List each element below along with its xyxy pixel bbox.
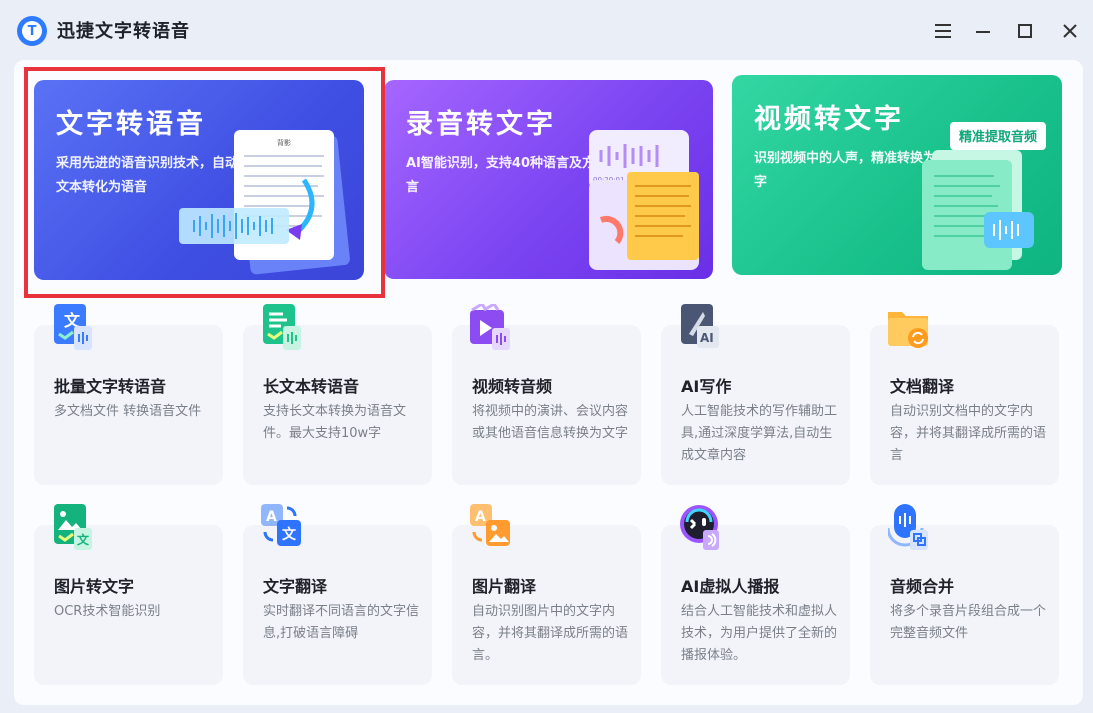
card-document-translate[interactable]: 文档翻译 自动识别文档中的文字内容，并将其翻译成所需的语言: [870, 312, 1059, 485]
card-desc: 将视频中的演讲、会议内容或其他语音信息转换为文字: [472, 404, 629, 441]
recording-illustration: 00:20:01: [579, 120, 709, 279]
card-title: 长文本转语音: [263, 377, 360, 396]
svg-text:文: 文: [282, 526, 297, 543]
svg-text:A: A: [475, 509, 486, 525]
app-title: 迅捷文字转语音: [57, 21, 190, 42]
long-text-icon: [261, 304, 303, 352]
svg-text:文: 文: [77, 532, 90, 547]
card-title: AI虚拟人播报: [681, 577, 780, 596]
app-logo-icon: T: [17, 16, 47, 46]
svg-text:AI: AI: [700, 331, 714, 345]
card-audio-merge[interactable]: 音频合并 将多个录音片段组合成一个完整音频文件: [870, 504, 1059, 685]
close-icon[interactable]: [1058, 19, 1082, 43]
card-desc: 自动识别文档中的文字内容，并将其翻译成所需的语言: [890, 404, 1047, 463]
card-desc: OCR技术智能识别: [54, 604, 161, 619]
menu-icon[interactable]: [931, 19, 955, 43]
document-translate-icon: [888, 304, 930, 352]
audio-merge-icon: [886, 504, 930, 552]
card-title: AI写作: [681, 377, 732, 396]
card-long-text[interactable]: 长文本转语音 支持长文本转换为语音文件。最大支持10w字: [243, 304, 432, 485]
card-title: 图片翻译: [472, 577, 537, 596]
card-title: 批量文字转语音: [54, 377, 167, 396]
ai-avatar-icon: [679, 504, 721, 552]
video-extract-illustration: 精准提取音频: [922, 120, 1057, 270]
card-title: 文字翻译: [263, 577, 328, 596]
main-panel: 文字转语音 采用先进的语音识别技术，自动将文本转化为语音 背影 录音转文字 AI…: [14, 60, 1083, 705]
card-desc: 人工智能技术的写作辅助工具,通过深度学算法,自动生成文章内容: [681, 404, 838, 463]
banner-title: 录音转文字: [406, 109, 556, 140]
banner-desc: AI智能识别，支持40种语言及方言: [406, 156, 595, 195]
ai-writing-icon: AI: [679, 304, 721, 352]
text-to-speech-banner[interactable]: 文字转语音 采用先进的语音识别技术，自动将文本转化为语音 背影: [34, 80, 364, 280]
card-title: 图片转文字: [54, 577, 135, 596]
card-title: 视频转音频: [472, 377, 553, 396]
video-to-text-banner[interactable]: 视频转文字 识别视频中的人声，精准转换为文字 精准提取音频: [732, 75, 1062, 275]
svg-text:A: A: [266, 509, 277, 525]
card-batch-text-to-speech[interactable]: 文 批量文字转语音 多文档文件 转换语音文件: [34, 304, 223, 485]
card-video-to-audio[interactable]: 视频转音频 将视频中的演讲、会议内容或其他语音信息转换为文字: [452, 301, 641, 485]
card-image-translate[interactable]: A 图片翻译 自动识别图片中的文字内容，并将其翻译成所需的语言。: [452, 504, 641, 685]
card-text-translate[interactable]: A 文 文字翻译 实时翻译不同语言的文字信息,打破语言障碍: [243, 504, 432, 685]
card-desc: 将多个录音片段组合成一个完整音频文件: [890, 604, 1047, 641]
text-translate-icon: A 文: [261, 504, 303, 552]
card-ai-writing[interactable]: AI AI写作 人工智能技术的写作辅助工具,通过深度学算法,自动生成文章内容: [661, 304, 850, 485]
card-ai-avatar[interactable]: AI虚拟人播报 结合人工智能技术和虚拟人技术，为用户提供了全新的播报体验。: [661, 505, 850, 685]
maximize-icon[interactable]: [1013, 19, 1037, 43]
audio-to-text-banner[interactable]: 录音转文字 AI智能识别，支持40种语言及方言 00:20:01: [384, 80, 713, 279]
image-translate-icon: A: [470, 504, 512, 552]
card-title: 文档翻译: [890, 377, 955, 396]
card-desc: 多文档文件 转换语音文件: [54, 404, 202, 419]
extract-audio-tag: 精准提取音频: [959, 129, 1037, 145]
banner-title: 视频转文字: [754, 104, 904, 135]
card-desc: 实时翻译不同语言的文字信息,打破语言障碍: [263, 604, 420, 641]
card-image-to-text[interactable]: 文 图片转文字 OCR技术智能识别: [34, 504, 223, 685]
card-title: 音频合并: [890, 577, 955, 596]
card-desc: 自动识别图片中的文字内容，并将其翻译成所需的语言。: [472, 604, 629, 663]
minimize-icon[interactable]: [971, 19, 995, 43]
doc-heading: 背影: [277, 138, 291, 147]
video-to-audio-icon: [470, 301, 512, 352]
card-desc: 支持长文本转换为语音文件。最大支持10w字: [263, 404, 407, 441]
batch-text-to-speech-icon: 文: [52, 304, 94, 352]
image-to-text-icon: 文: [52, 504, 94, 552]
title-bar: T 迅捷文字转语音: [0, 0, 1093, 62]
document-to-audio-illustration: 背影: [174, 120, 364, 280]
card-desc: 结合人工智能技术和虚拟人技术，为用户提供了全新的播报体验。: [681, 604, 838, 663]
